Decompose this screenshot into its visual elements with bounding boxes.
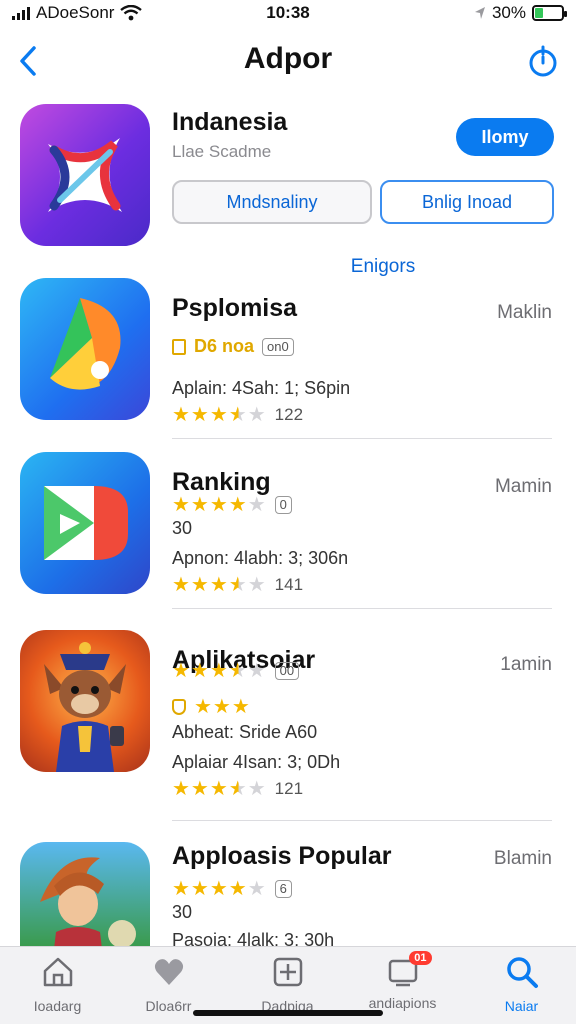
tab-label: andiapions <box>368 995 437 1011</box>
secondary-rating-line: ★★★ <box>172 694 251 719</box>
app-sub: 30 <box>172 902 193 922</box>
updates-badge: 01 <box>409 951 432 965</box>
app-meta-detail: Abheat: Sride A60 <box>172 722 318 742</box>
top-rating-line: ★★★★★ 0 <box>172 492 292 517</box>
rating-badge: 00 <box>274 661 300 680</box>
list-item[interactable]: Psplomisa Maklin D6 noa on0 Aplain: 4Sah… <box>0 278 576 448</box>
divider <box>172 438 552 439</box>
rating-line: ★★★★★ 122 <box>172 402 303 427</box>
plus-box-icon <box>273 957 302 987</box>
featured-app-icon[interactable] <box>20 104 150 246</box>
app-icon[interactable] <box>20 278 150 420</box>
featured-app-subtitle: Llae Scadme <box>172 142 272 161</box>
app-icon[interactable] <box>20 630 150 772</box>
shape-logo-icon <box>50 298 121 390</box>
featured-app[interactable]: Indanesia Llae Scadme Ilomy Mndsnaliny B… <box>0 100 576 280</box>
app-category: Mamin <box>494 476 552 497</box>
app-tag-line: D6 noa on0 <box>172 336 294 357</box>
battery-percent: 30% <box>491 3 526 22</box>
rating-stars: ★★★★★ <box>172 404 267 426</box>
app-sub: 30 <box>172 518 193 538</box>
tag-icon <box>172 338 186 355</box>
tab-label: Ioadarg <box>33 998 82 1014</box>
shield-icon <box>172 698 186 715</box>
updates-icon-wrap: 01 <box>386 951 432 989</box>
page-title: Adpor <box>243 42 333 75</box>
section-link[interactable]: Enigors <box>0 256 576 278</box>
rating-stars: ★★★★★ <box>172 494 267 516</box>
rating-stars: ★★★★★ <box>172 778 267 800</box>
hero-logo-icon <box>40 857 136 952</box>
tab-favorites[interactable]: Dloa6rr <box>111 955 226 1014</box>
list-item[interactable]: Apploasis Popular Blamin ★★★★★ 6 30 Paso… <box>0 842 576 952</box>
rating-badge: 0 <box>274 495 292 514</box>
play-logo-icon <box>44 486 128 560</box>
app-category: 1amin <box>500 654 552 675</box>
featured-option-button[interactable]: Mndsnaliny <box>172 180 372 224</box>
rating-stars: ★★★ <box>194 696 251 718</box>
status-right: 30% <box>474 3 567 23</box>
heart-icon <box>154 959 183 985</box>
star-logo-icon <box>48 138 122 212</box>
search-icon <box>506 957 538 988</box>
rating-badge: 6 <box>274 879 292 898</box>
location-icon <box>474 7 485 19</box>
app-meta: Aplain: 4Sah: 1; S6pin <box>172 378 351 398</box>
rating-line: ★★★★★ 121 <box>172 776 303 801</box>
review-count: 121 <box>274 778 304 798</box>
review-count: 122 <box>274 404 304 424</box>
divider <box>172 608 552 609</box>
app-name: Apploasis Popular <box>172 842 392 870</box>
featured-app-name: Indanesia <box>172 108 288 136</box>
app-icon[interactable] <box>20 842 150 952</box>
tag-badge: on0 <box>262 337 294 356</box>
status-bar: ADoeSonr 10:38 30% <box>0 0 576 26</box>
top-rating-line: ★★★★★ 6 <box>172 876 292 901</box>
app-category: Maklin <box>497 302 552 323</box>
list-item[interactable]: Aplikatsoiar 1amin ★★★★★ 00 ★★★ Abheat: … <box>0 630 576 821</box>
battery-icon <box>532 5 567 21</box>
tab-home[interactable]: Ioadarg <box>0 955 115 1014</box>
tab-search[interactable]: Naiar <box>464 955 576 1014</box>
rating-stars: ★★★★★ <box>172 878 267 900</box>
get-button[interactable]: Ilomy <box>456 118 554 156</box>
app-icon[interactable] <box>20 452 150 594</box>
app-meta: Apnon: 4labh: 3; 306n <box>172 548 349 568</box>
timer-icon[interactable] <box>526 44 560 78</box>
character-logo-icon <box>44 642 126 772</box>
app-tag: D6 noa <box>194 336 255 356</box>
home-indicator <box>193 1010 383 1016</box>
featured-option-button-secondary[interactable]: Bnlig Inoad <box>380 180 554 224</box>
nav-header: Adpor <box>0 30 576 94</box>
rating-stars: ★★★★★ <box>172 574 267 596</box>
tab-label: Naiar <box>504 998 539 1014</box>
top-rating-line: ★★★★★ 00 <box>172 658 300 683</box>
rating-stars: ★★★★★ <box>172 660 267 682</box>
app-category: Blamin <box>493 848 552 869</box>
home-icon <box>43 957 72 987</box>
rating-line: ★★★★★ 141 <box>172 572 303 597</box>
app-meta: Aplaiar 4Isan: 3; 0Dh <box>172 752 341 772</box>
app-name: Psplomisa <box>172 294 298 322</box>
tab-updates[interactable]: 01 andiapions <box>345 951 460 1011</box>
review-count: 141 <box>274 574 304 594</box>
tab-add[interactable]: Dadpiga <box>230 955 345 1014</box>
divider <box>172 820 552 821</box>
list-item[interactable]: Ranking Mamin ★★★★★ 0 30 Apnon: 4labh: 3… <box>0 452 576 622</box>
